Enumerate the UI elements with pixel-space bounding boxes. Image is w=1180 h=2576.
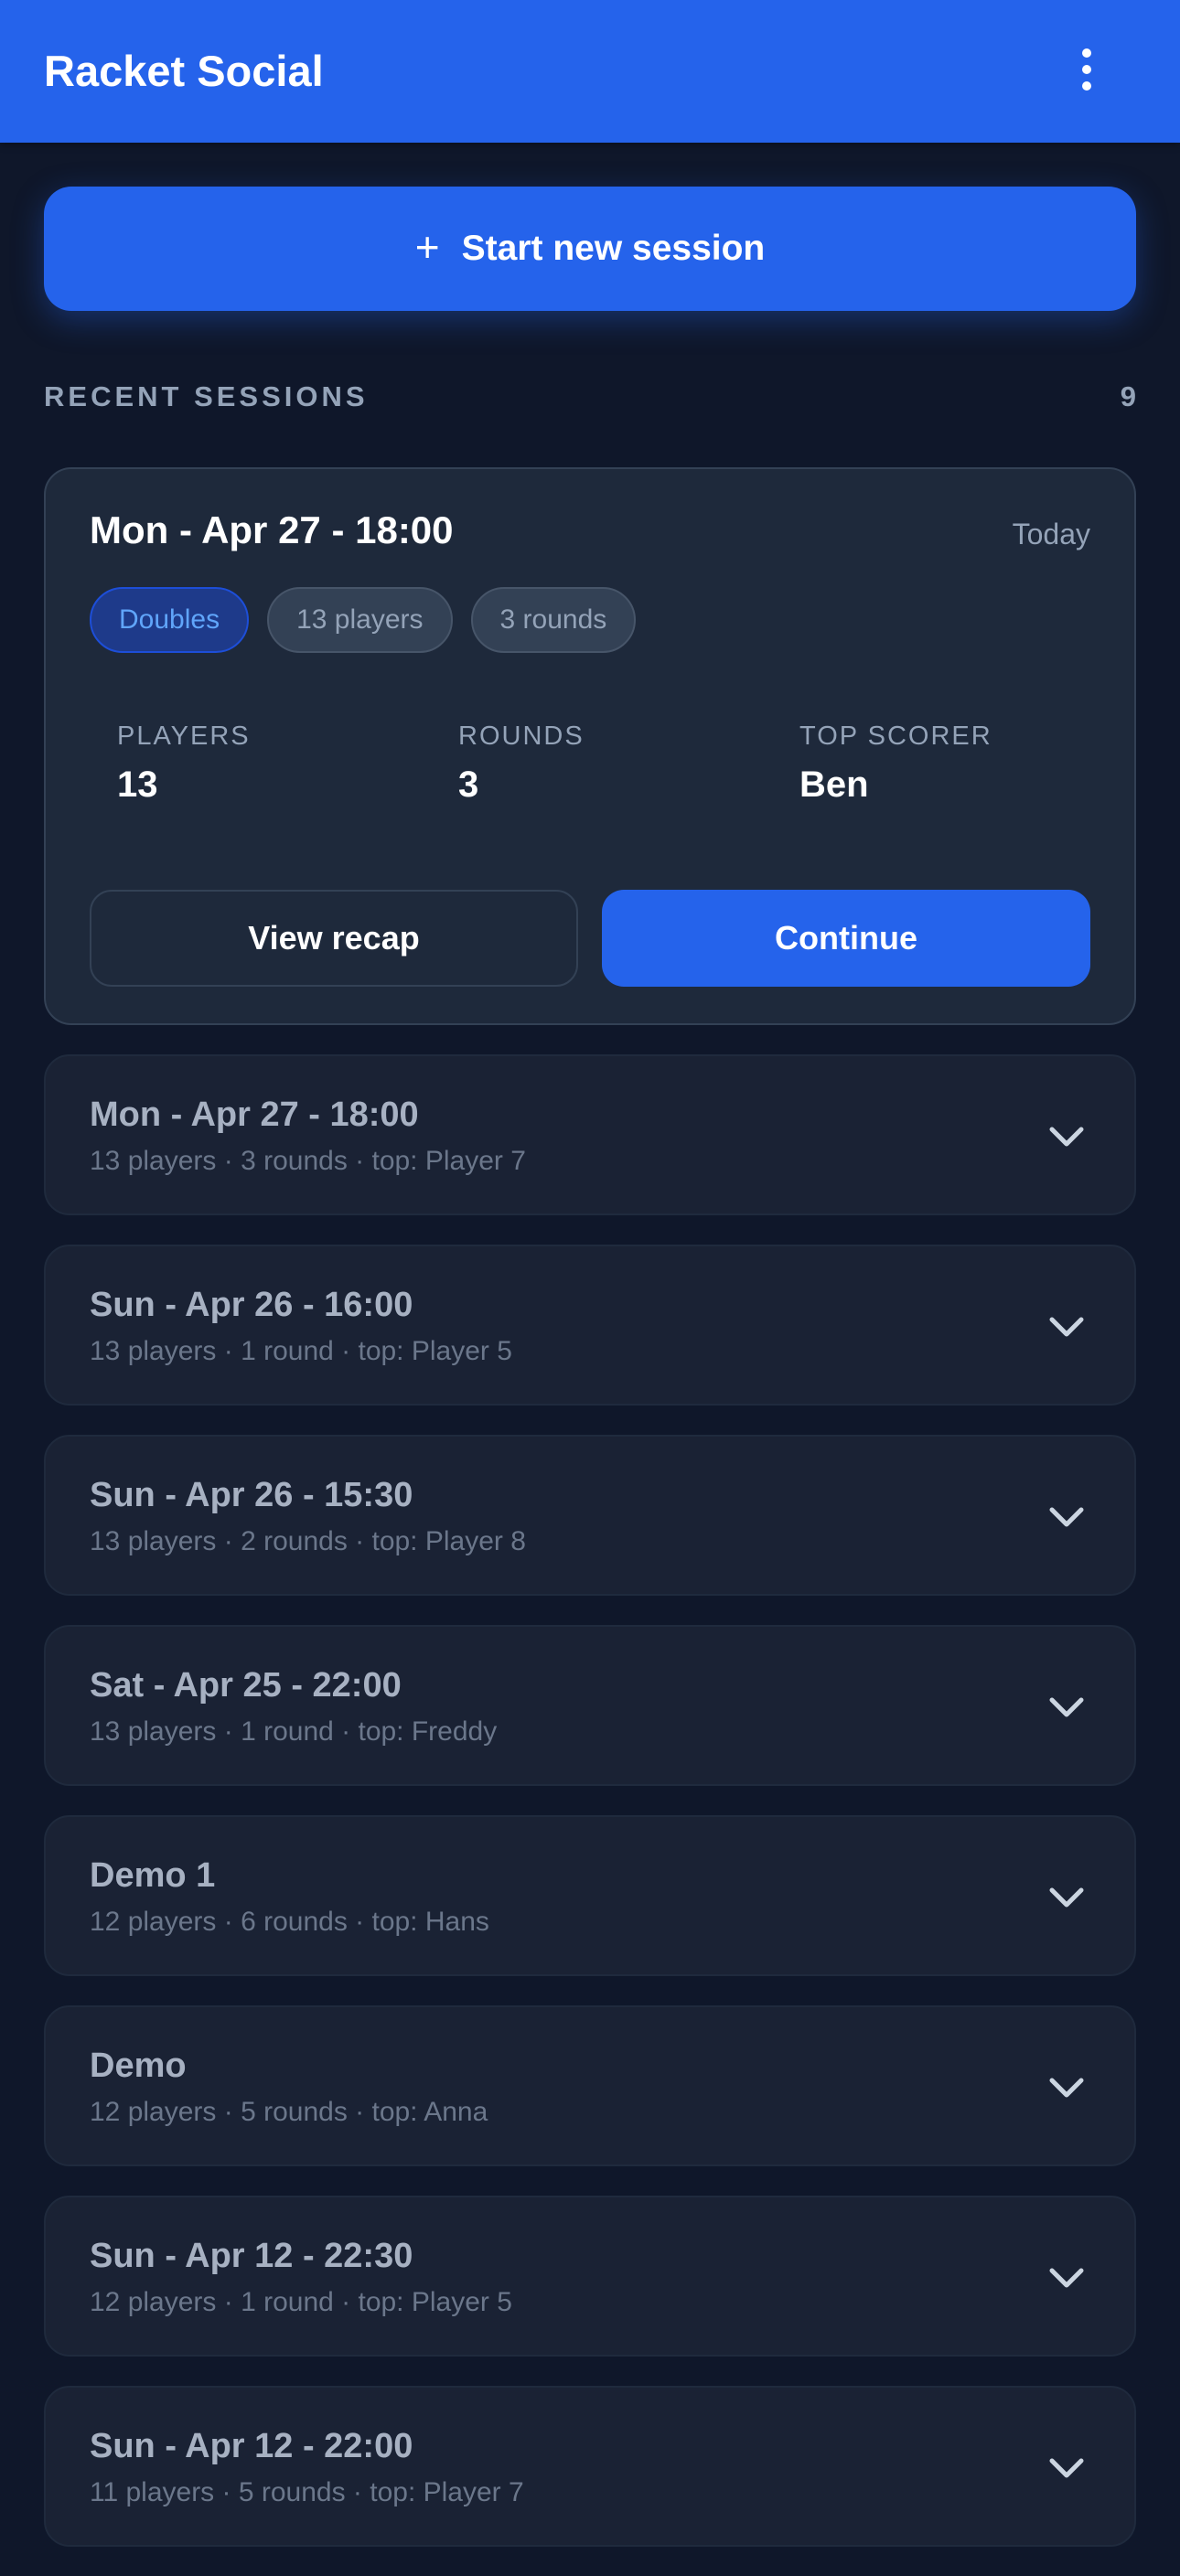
session-title: Sun - Apr 12 - 22:30 (90, 2237, 413, 2275)
session-list-item[interactable]: Sat - Apr 25 - 22:00 13 players · 1 roun… (44, 1625, 1136, 1786)
start-new-session-label: Start new session (461, 229, 766, 268)
session-list-item[interactable]: Sun - Apr 26 - 15:30 13 players · 2 roun… (44, 1435, 1136, 1596)
session-chips: Doubles 13 players 3 rounds (90, 587, 637, 653)
session-list-item[interactable]: Mon - Apr 27 - 18:00 13 players · 3 roun… (44, 1054, 1136, 1215)
session-list-item[interactable]: Sun - Apr 12 - 22:00 11 players · 5 roun… (44, 2386, 1136, 2547)
chevron-down-icon[interactable] (1046, 1309, 1087, 1345)
session-list-item[interactable]: Sun - Apr 12 - 22:30 12 players · 1 roun… (44, 2196, 1136, 2357)
chevron-down-icon[interactable] (1046, 2260, 1087, 2296)
more-vertical-icon-dot (1082, 81, 1091, 91)
featured-session-card: Mon - Apr 27 - 18:00 Today Doubles 13 pl… (44, 467, 1136, 1025)
chevron-down-icon[interactable] (1046, 1689, 1087, 1726)
stat-label: TOP SCORER (799, 721, 992, 751)
session-list-item[interactable]: Demo 12 players · 5 rounds · top: Anna (44, 2005, 1136, 2166)
more-vertical-icon (1082, 48, 1091, 58)
session-meta: 12 players · 1 round · top: Player 5 (90, 2287, 512, 2317)
more-vertical-icon-dot (1082, 65, 1091, 74)
session-meta: 13 players · 1 round · top: Player 5 (90, 1336, 512, 1366)
stat-value: Ben (799, 764, 869, 805)
session-title: Mon - Apr 27 - 18:00 (90, 1096, 419, 1134)
session-title: Sun - Apr 12 - 22:00 (90, 2427, 413, 2465)
chevron-down-icon[interactable] (1046, 1118, 1087, 1155)
stat-rounds: ROUNDS 3 (458, 721, 585, 807)
session-title: Demo 1 (90, 1856, 216, 1895)
session-list: Mon - Apr 27 - 18:00 13 players · 3 roun… (44, 1054, 1136, 2576)
featured-session-when: Today (1012, 518, 1090, 550)
featured-session-title: Mon - Apr 27 - 18:00 (90, 508, 454, 551)
session-meta: 11 players · 5 rounds · top: Player 7 (90, 2477, 524, 2507)
continue-button[interactable]: Continue (602, 890, 1090, 987)
section-count: 9 (1120, 380, 1136, 412)
session-list-item[interactable]: Sun - Apr 26 - 16:00 13 players · 1 roun… (44, 1245, 1136, 1406)
session-meta: 13 players · 1 round · top: Freddy (90, 1716, 498, 1747)
session-title: Sun - Apr 26 - 16:00 (90, 1286, 413, 1324)
start-new-session-button[interactable]: + Start new session (44, 187, 1136, 311)
chevron-down-icon[interactable] (1046, 2069, 1087, 2106)
session-title: Demo (90, 2047, 187, 2085)
session-meta: 13 players · 2 rounds · top: Player 8 (90, 1526, 526, 1556)
chip-players: 13 players (267, 587, 453, 653)
stat-top-scorer: TOP SCORER Ben (799, 721, 992, 807)
chip-mode: Doubles (90, 587, 250, 653)
chevron-down-icon[interactable] (1046, 2450, 1087, 2486)
view-recap-button[interactable]: View recap (90, 890, 578, 987)
more-menu-button[interactable] (1061, 42, 1112, 97)
section-title: RECENT SESSIONS (44, 380, 369, 412)
session-title: Sat - Apr 25 - 22:00 (90, 1666, 402, 1705)
stat-label: PLAYERS (117, 721, 251, 751)
session-title: Sun - Apr 26 - 15:30 (90, 1476, 413, 1514)
chevron-down-icon[interactable] (1046, 1879, 1087, 1916)
app-bar: Racket Social (0, 0, 1180, 143)
plus-icon: + (414, 223, 440, 271)
session-meta: 13 players · 3 rounds · top: Player 7 (90, 1146, 526, 1176)
stat-label: ROUNDS (458, 721, 585, 751)
session-meta: 12 players · 6 rounds · top: Hans (90, 1907, 489, 1937)
stat-value: 3 (458, 764, 479, 805)
chip-rounds: 3 rounds (470, 587, 637, 653)
chevron-down-icon[interactable] (1046, 1499, 1087, 1535)
app-title: Racket Social (44, 47, 324, 95)
session-meta: 12 players · 5 rounds · top: Anna (90, 2097, 488, 2127)
session-list-item[interactable]: Demo 1 12 players · 6 rounds · top: Hans (44, 1815, 1136, 1976)
stat-players: PLAYERS 13 (117, 721, 251, 807)
stat-value: 13 (117, 764, 158, 805)
